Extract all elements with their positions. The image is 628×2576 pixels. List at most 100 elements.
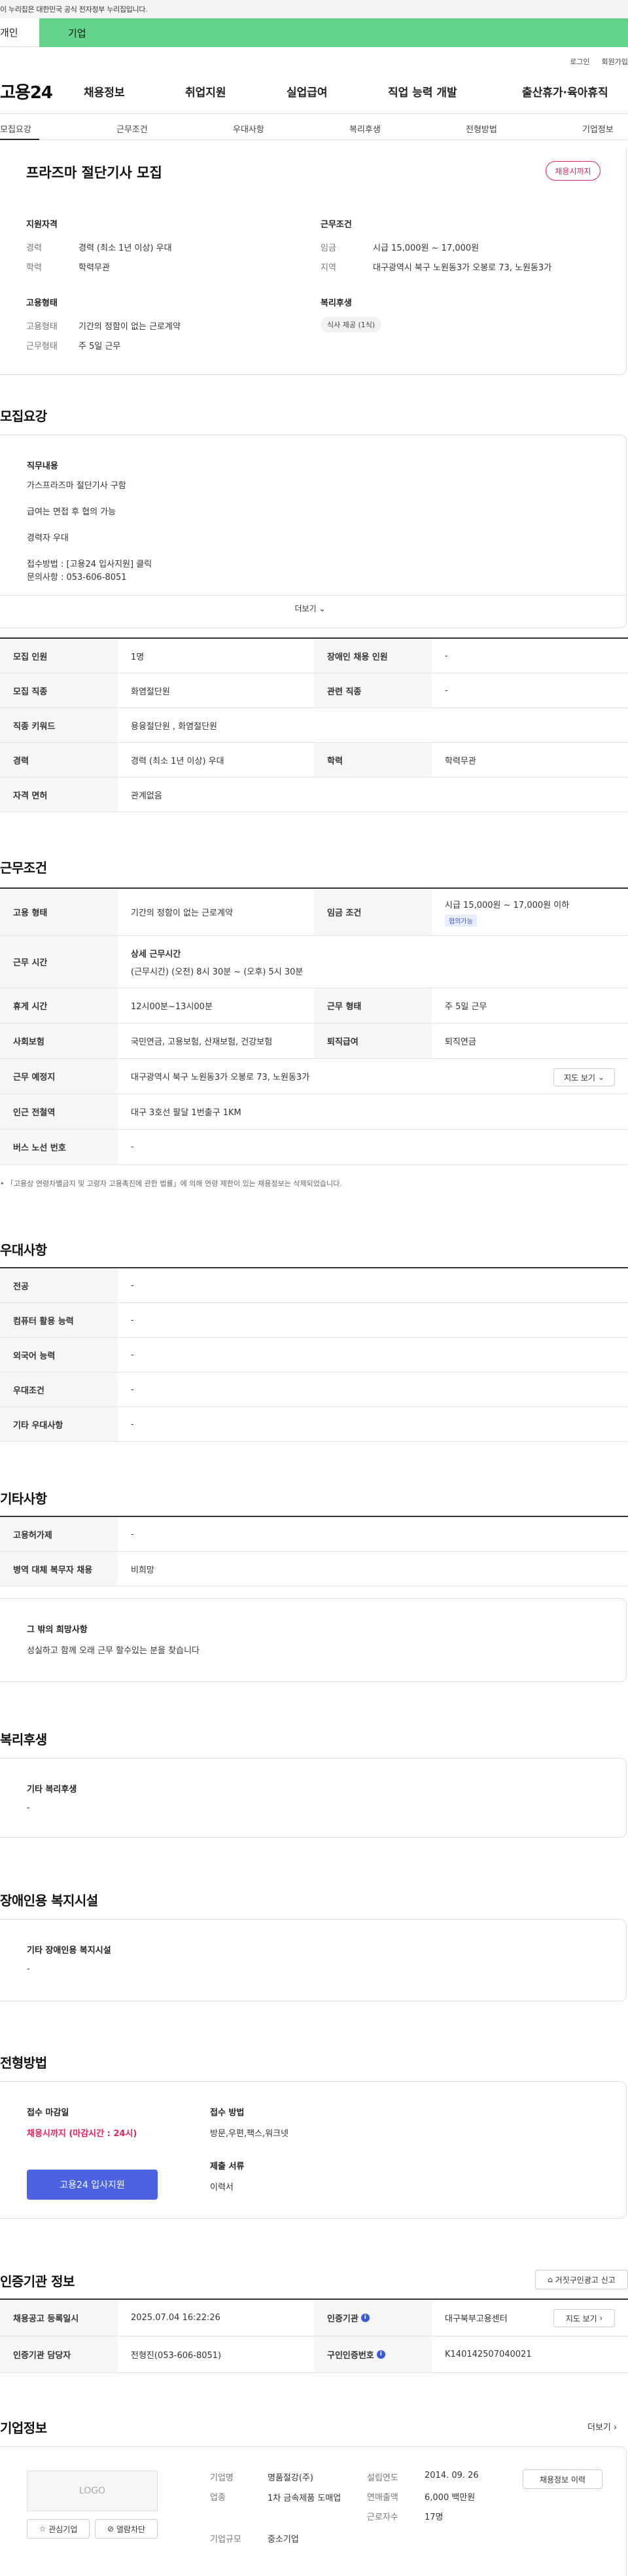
disabled-box: 기타 장애인용 복지시설 - — [0, 1919, 627, 2001]
method-heading: 접수 방법 — [210, 2108, 245, 2118]
duty-line: 경력자 우대 — [27, 533, 69, 543]
site-logo[interactable]: 고용24 — [0, 79, 84, 103]
block-button[interactable]: ⊘ 열람차단 — [95, 2519, 158, 2539]
login-link[interactable]: 로그인 — [570, 56, 589, 67]
table-header: 고용 형태 — [0, 889, 118, 935]
gnb-item-vocational-training[interactable]: 직업 능력 개발 — [388, 83, 522, 99]
signup-link[interactable]: 회원가입 — [602, 56, 628, 67]
duty-line: 급여는 면접 후 협의 가능 — [27, 507, 116, 517]
sales-value: 6,000 백만원 — [425, 2493, 476, 2503]
welfare-pill: 식사 제공 (1식) — [321, 317, 382, 332]
map-button-label: 지도 보기 — [564, 1073, 596, 1082]
active-tab-indicator — [0, 139, 39, 140]
table-row: 모집 직종 화염절단원 관련 직종 - — [0, 673, 628, 708]
block-label: 열람차단 — [116, 2524, 146, 2534]
table-header: 사회보험 — [0, 1024, 118, 1058]
section-tab-recruit[interactable]: 모집요강 — [0, 122, 31, 135]
table-cell: 대구 3호선 팔달 1번출구 1KM — [131, 1108, 241, 1118]
deadline-value: 채용시까지 (마감시간 : 24시) — [27, 2129, 137, 2139]
tab-company[interactable]: 기업 — [39, 18, 628, 47]
section-tab-welfare[interactable]: 복리후생 — [349, 122, 381, 135]
info-icon[interactable]: i — [376, 2350, 385, 2359]
table-cell: - — [131, 1142, 134, 1152]
company-logo: LOGO — [27, 2471, 158, 2511]
gov-banner-text: 이 누리집은 대한민국 공식 전자정부 누리집입니다. — [0, 5, 148, 14]
etc-table: 고용허가제 - 병역 대체 복무자 채용 비희망 — [0, 1516, 628, 1586]
table-row: 외국어 능력 - — [0, 1338, 628, 1372]
disabled-value: - — [27, 1964, 30, 1974]
table-header: 기타 우대사항 — [0, 1407, 118, 1441]
duty-line: 접수방법 : [고용24 입사지원] 클릭 — [27, 560, 152, 569]
table-cell: K140142507040021 — [445, 2350, 532, 2359]
apply-label: 고용24 입사지원 — [60, 2180, 125, 2191]
agency-map-button[interactable]: 지도 보기 › — [553, 2309, 615, 2327]
work-heading: 근무조건 — [0, 860, 47, 876]
worktime-heading: 상세 근무시간 — [131, 949, 181, 959]
est-label: 설립연도 — [367, 2473, 398, 2483]
table-header: 전공 — [0, 1268, 118, 1302]
section-tab-process[interactable]: 전형방법 — [466, 122, 497, 135]
report-button[interactable]: ⌂ 거짓구인광고 신고 — [535, 2270, 628, 2289]
table-header: 근무 형태 — [314, 988, 432, 1023]
section-tabs: 모집요강 근무조건 우대사항 복리후생 전형방법 기업정보 — [0, 114, 628, 140]
cert-no-label: 구인인증번호 — [327, 2351, 374, 2361]
table-row: 전공 - — [0, 1268, 628, 1303]
more-button[interactable]: 더보기 ⌄ — [0, 603, 626, 614]
gnb-item-unemployment-benefit[interactable]: 실업급여 — [287, 83, 388, 99]
fav-company-button[interactable]: ☆ 관심기업 — [27, 2519, 90, 2539]
table-row: 근무 시간 상세 근무시간 (근무시간) (오전) 8시 30분 ~ (오후) … — [0, 936, 628, 988]
wage-value: 시급 15,000원 ~ 17,000원 이하 — [445, 900, 570, 910]
company-more-link[interactable]: 더보기 › — [587, 2420, 617, 2433]
apply-button[interactable]: 고용24 입사지원 — [27, 2170, 158, 2200]
table-header: 병역 대체 복무자 채용 — [0, 1552, 118, 1586]
age-notice: • 「고용상 연령차별금지 및 고령자 고용촉진에 관한 법률」에 의해 연령 … — [0, 1179, 342, 1188]
table-header: 모집 인원 — [0, 639, 118, 673]
gnb-item-jobs[interactable]: 채용정보 — [84, 83, 185, 99]
star-icon: ☆ — [39, 2524, 46, 2533]
info-icon[interactable]: i — [360, 2314, 370, 2322]
table-header: 직종 키워드 — [0, 708, 118, 742]
method-value: 방문,우편,팩스,워크넷 — [210, 2129, 289, 2139]
worktime-value: (근무시간) (오전) 8시 30분 ~ (오후) 5시 30분 — [131, 967, 304, 977]
table-row: 휴게 시간 12시00분~13시00분 근무 형태 주 5일 근무 — [0, 988, 628, 1024]
table-header: 휴게 시간 — [0, 988, 118, 1023]
table-cell: 화염절단원 — [131, 687, 170, 697]
gnb-item-leave[interactable]: 출산휴가·육아휴직 — [522, 83, 608, 99]
tab-personal[interactable]: 개인 — [0, 18, 39, 47]
edu-label: 학력 — [26, 263, 42, 273]
gov-banner: 이 누리집은 대한민국 공식 전자정부 누리집입니다. — [0, 0, 628, 18]
agency-table: 채용공고 등록일시 2025.07.04 16:22:26 인증기관 i 대구북부… — [0, 2299, 628, 2373]
worktype-value: 주 5일 근무 — [78, 342, 121, 351]
history-button[interactable]: 채용정보 이력 — [523, 2469, 602, 2489]
table-cell: - — [131, 1384, 134, 1395]
section-tab-pref[interactable]: 우대사항 — [233, 122, 264, 135]
company-name-label: 기업명 — [210, 2473, 234, 2483]
gnb-item-employment-support[interactable]: 취업지원 — [185, 83, 287, 99]
wish-box: 그 밖의 희망사항 성실하고 함께 오래 근무 할수있는 분을 찾습니다 — [0, 1598, 627, 1682]
agency-heading: 인증기관 정보 — [0, 2274, 75, 2289]
wish-value: 성실하고 함께 오래 근무 할수있는 분을 찾습니다 — [27, 1646, 200, 1656]
map-button[interactable]: 지도 보기 ⌄ — [553, 1068, 615, 1086]
section-tab-company[interactable]: 기업정보 — [582, 122, 614, 135]
table-row: 고용허가제 - — [0, 1517, 628, 1552]
employees-value: 17명 — [425, 2513, 444, 2522]
table-header: 근무 예정지 — [0, 1059, 118, 1094]
table-header: 인근 전철역 — [0, 1094, 118, 1129]
deadline-heading: 접수 마감일 — [27, 2108, 69, 2118]
table-cell: - — [131, 1419, 134, 1429]
cond-heading: 근무조건 — [321, 220, 352, 230]
company-size-value: 중소기업 — [268, 2535, 299, 2545]
docs-value: 이력서 — [210, 2183, 234, 2192]
agency-map-label: 지도 보기 — [565, 2314, 597, 2323]
table-header: 학력 — [314, 743, 432, 777]
section-tab-work[interactable]: 근무조건 — [116, 122, 148, 135]
table-cell: 퇴직연금 — [445, 1037, 476, 1047]
utility-menu: 로그인 회원가입 — [0, 54, 628, 69]
table-cell: 2025.07.04 16:22:26 — [131, 2313, 220, 2323]
table-header: 채용공고 등록일시 — [0, 2300, 118, 2336]
table-row: 채용공고 등록일시 2025.07.04 16:22:26 인증기관 i 대구북부… — [0, 2300, 628, 2336]
table-row: 자격 면허 관계없음 — [0, 778, 628, 812]
table-header: 임금 조건 — [314, 889, 432, 935]
org-label: 인증기관 — [327, 2314, 358, 2324]
table-cell: 대구북부고용센터 — [445, 2314, 508, 2324]
